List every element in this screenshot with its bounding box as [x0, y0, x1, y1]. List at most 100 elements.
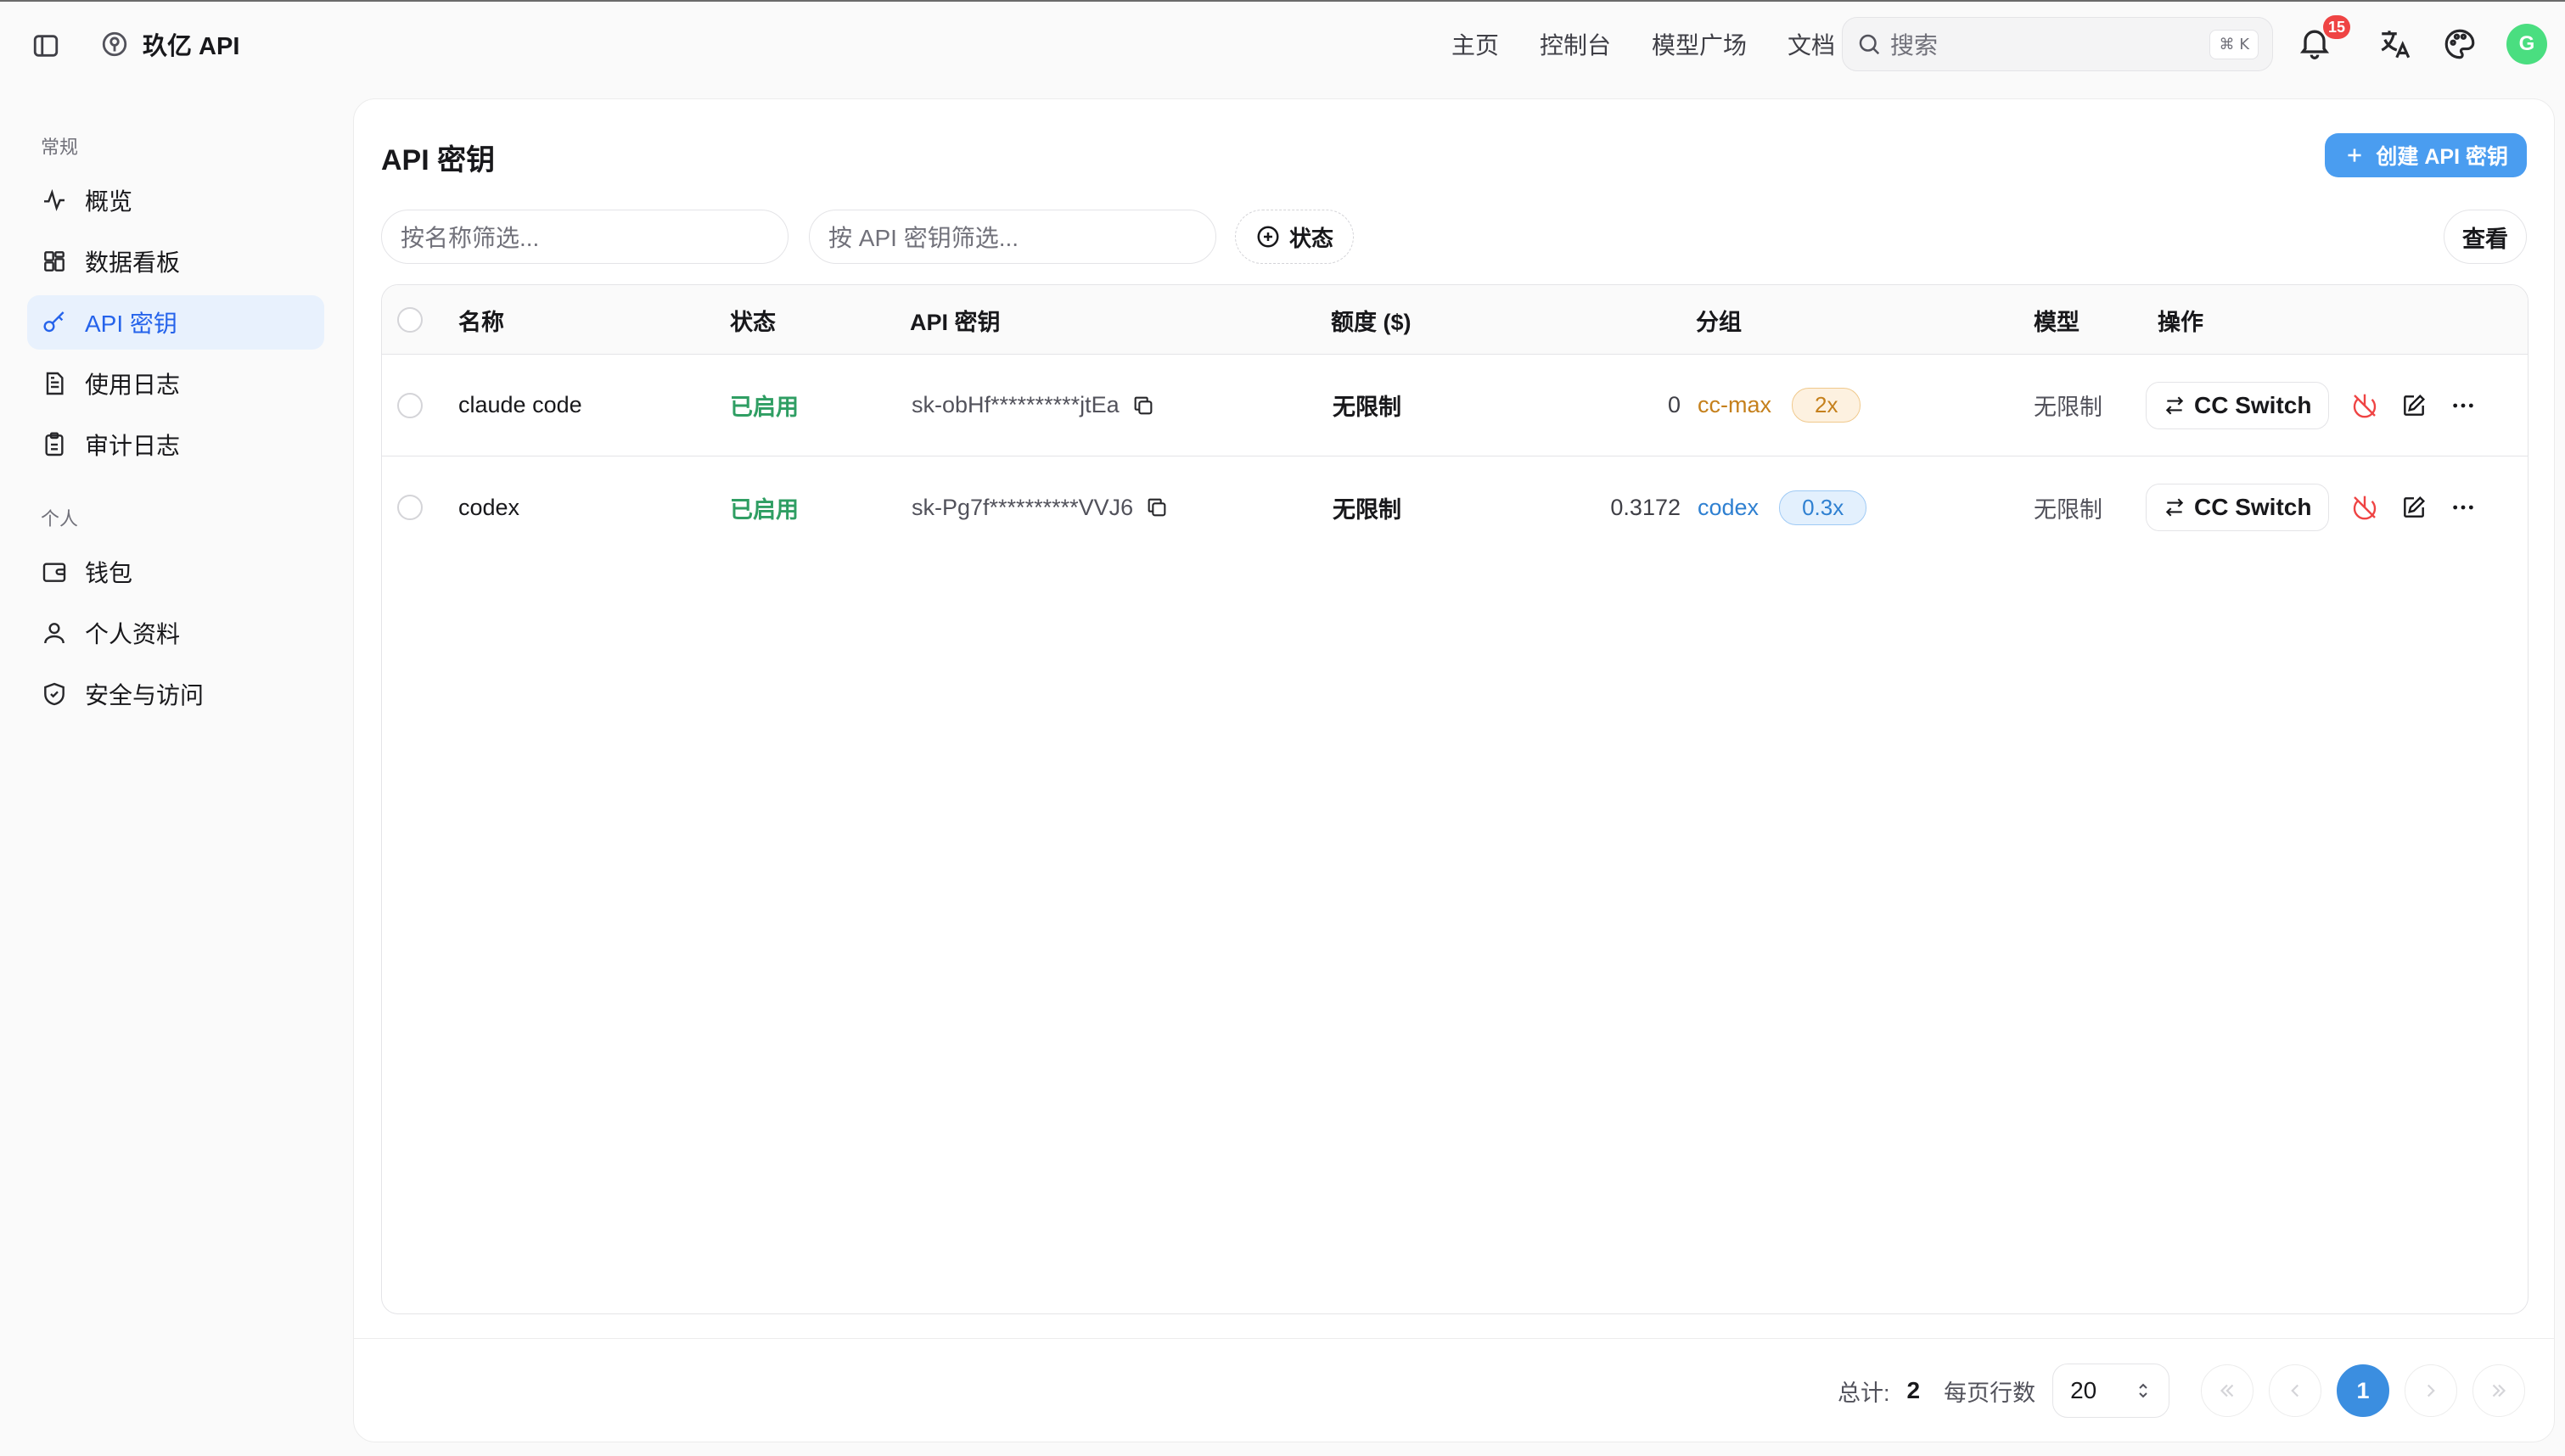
nav-docs[interactable]: 文档 [1788, 27, 1835, 61]
swap-arrows-icon [2164, 395, 2186, 417]
group-cell: cc-max 2x [1698, 355, 1861, 456]
translate-icon[interactable] [2377, 26, 2413, 62]
table-row: claude code 已启用 sk-obHf**********jtEa 无限… [382, 355, 2528, 456]
sidebar-item-label: 使用日志 [85, 372, 181, 398]
sidebar-toggle-icon[interactable] [29, 29, 63, 63]
search-input[interactable]: 搜索 ⌘ K [1842, 17, 2273, 71]
search-shortcut: ⌘ K [2209, 29, 2259, 59]
main-panel: API 密钥 创建 API 密钥 按名称筛选... 按 API 密钥筛选... … [353, 98, 2555, 1442]
col-status[interactable]: 状态 [730, 285, 776, 355]
logo-icon [100, 30, 129, 59]
pagination-bar: 总计: 2 每页行数 20 1 [354, 1338, 2554, 1442]
copy-icon[interactable] [1131, 394, 1155, 417]
sidebar-item-usage-logs[interactable]: 使用日志 [27, 356, 324, 411]
quota-used: 0 [1667, 392, 1681, 417]
sidebar-item-profile[interactable]: 个人资料 [27, 606, 324, 660]
col-name[interactable]: 名称 [458, 285, 504, 355]
model-limit: 无限制 [2034, 395, 2102, 420]
swap-arrows-icon [2164, 496, 2186, 518]
total-count: 2 [1906, 1377, 1921, 1403]
shield-icon [41, 680, 68, 708]
chevron-updown-icon [2133, 1380, 2153, 1401]
col-group[interactable]: 分组 [1696, 285, 1742, 355]
col-actions: 操作 [2158, 309, 2203, 335]
sidebar-item-label: 钱包 [85, 560, 133, 586]
sidebar-item-overview[interactable]: 概览 [27, 173, 324, 227]
page-title: API 密钥 [381, 144, 496, 176]
activity-icon [41, 187, 68, 214]
top-actions: 15 G [2296, 15, 2547, 68]
row-checkbox[interactable] [397, 495, 423, 520]
last-page-button[interactable] [2472, 1364, 2525, 1417]
sidebar-item-label: 数据看板 [85, 249, 181, 276]
quota-used: 0.3172 [1610, 494, 1681, 520]
status-badge: 已启用 [730, 496, 799, 523]
api-keys-table: 名称 状态 API 密钥 额度 ($) 分组 模型 操作 claude code… [381, 284, 2529, 1314]
avatar[interactable]: G [2506, 24, 2547, 64]
cc-switch-label: CC Switch [2194, 494, 2312, 520]
per-page-label: 每页行数 [1944, 1380, 2036, 1406]
cc-switch-button[interactable]: CC Switch [2146, 381, 2330, 429]
brand[interactable]: 玖亿 API [100, 25, 239, 63]
per-page-select[interactable]: 20 [2052, 1364, 2170, 1418]
cc-switch-button[interactable]: CC Switch [2146, 484, 2330, 531]
key-filter-input[interactable]: 按 API 密钥筛选... [809, 210, 1216, 264]
status-filter-button[interactable]: 状态 [1235, 210, 1354, 264]
table-header: 名称 状态 API 密钥 额度 ($) 分组 模型 操作 [382, 285, 2528, 355]
api-key-value: sk-obHf**********jtEa [912, 392, 1120, 417]
chevron-left-icon [2284, 1380, 2306, 1402]
per-page-value: 20 [2070, 1377, 2097, 1403]
sidebar-section-general: 常规 [41, 137, 79, 158]
page-button-current[interactable]: 1 [2337, 1364, 2389, 1417]
edit-icon[interactable] [2400, 494, 2427, 521]
total-label: 总计: [1838, 1380, 1890, 1406]
brand-name: 玖亿 API [143, 33, 240, 60]
sidebar-item-label: 安全与访问 [85, 682, 205, 708]
api-key-cell: sk-Pg7f**********VVJ6 [912, 456, 1169, 558]
row-checkbox[interactable] [397, 392, 423, 418]
col-key[interactable]: API 密钥 [910, 285, 1001, 355]
sidebar-item-label: API 密钥 [85, 311, 177, 337]
sidebar-item-wallet[interactable]: 钱包 [27, 545, 324, 599]
name-filter-input[interactable]: 按名称筛选... [381, 210, 789, 264]
disable-power-icon[interactable] [2351, 494, 2378, 521]
col-model[interactable]: 模型 [2034, 285, 2080, 355]
prev-page-button[interactable] [2269, 1364, 2321, 1417]
sidebar-item-security[interactable]: 安全与访问 [27, 667, 324, 721]
view-options-button[interactable]: 查看 [2444, 210, 2527, 264]
select-all-checkbox[interactable] [397, 307, 423, 333]
group-name: cc-max [1698, 392, 1771, 417]
first-page-button[interactable] [2201, 1364, 2253, 1417]
more-icon[interactable] [2450, 494, 2477, 521]
next-page-button[interactable] [2405, 1364, 2457, 1417]
quota-limit: 无限制 [1333, 395, 1401, 420]
edit-icon[interactable] [2400, 392, 2427, 419]
more-icon[interactable] [2450, 392, 2477, 419]
sidebar-item-dashboard[interactable]: 数据看板 [27, 234, 324, 288]
top-nav: 主页 控制台 模型广场 文档 [1451, 25, 1835, 63]
search-icon [1856, 31, 1882, 57]
sidebar-item-audit-logs[interactable]: 审计日志 [27, 417, 324, 472]
copy-icon[interactable] [1145, 496, 1169, 519]
sidebar-item-label: 概览 [85, 188, 133, 215]
sidebar-item-api-keys[interactable]: API 密钥 [27, 295, 324, 350]
palette-icon[interactable] [2442, 26, 2478, 62]
user-icon [41, 619, 68, 647]
group-cell: codex 0.3x [1698, 456, 1867, 558]
notifications-button[interactable]: 15 [2296, 15, 2350, 64]
chevrons-right-icon [2488, 1380, 2510, 1402]
col-quota[interactable]: 额度 ($) [1331, 285, 1412, 355]
row-actions: CC Switch [2146, 456, 2477, 558]
quota-limit: 无限制 [1333, 496, 1401, 523]
group-ratio-badge: 2x [1792, 388, 1861, 423]
cc-switch-label: CC Switch [2194, 391, 2312, 418]
sidebar: 常规 概览 数据看板 API 密钥 使用日志 审计日志 个人 钱包 个人资料 安… [0, 85, 348, 1456]
nav-home[interactable]: 主页 [1451, 27, 1499, 61]
clipboard-icon [41, 431, 68, 458]
disable-power-icon[interactable] [2351, 392, 2378, 419]
plus-circle-icon [1255, 224, 1281, 249]
nav-model-square[interactable]: 模型广场 [1652, 27, 1747, 61]
dashboard-grid-icon [41, 248, 68, 275]
create-api-key-button[interactable]: 创建 API 密钥 [2325, 133, 2527, 177]
nav-console[interactable]: 控制台 [1540, 27, 1611, 61]
